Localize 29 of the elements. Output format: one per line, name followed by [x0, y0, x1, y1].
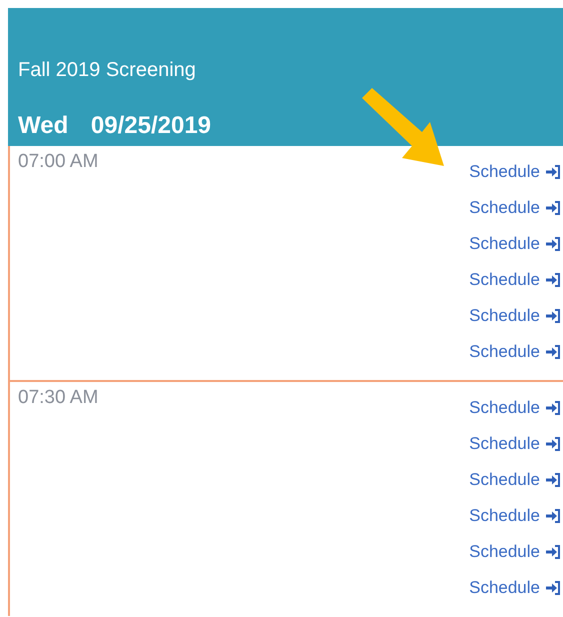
sign-in-icon — [545, 237, 561, 251]
schedule-link[interactable]: Schedule — [469, 570, 561, 606]
schedule-link[interactable]: Schedule — [469, 262, 561, 298]
schedule-link[interactable]: Schedule — [469, 298, 561, 334]
schedule-link[interactable]: Schedule — [469, 334, 561, 370]
schedule-link[interactable]: Schedule — [469, 190, 561, 226]
schedule-link[interactable]: Schedule — [469, 154, 561, 190]
sign-in-icon — [545, 581, 561, 595]
schedule-link[interactable]: Schedule — [469, 498, 561, 534]
sign-in-icon — [545, 309, 561, 323]
sign-in-icon — [545, 201, 561, 215]
event-title: Fall 2019 Screening — [18, 58, 197, 82]
sign-in-icon — [545, 509, 561, 523]
time-label: 07:30 AM — [18, 386, 98, 410]
sign-in-icon — [545, 473, 561, 487]
sign-in-icon — [545, 437, 561, 451]
sign-in-icon — [545, 345, 561, 359]
schedule-link[interactable]: Schedule — [469, 390, 561, 426]
schedule-link[interactable]: Schedule — [469, 534, 561, 570]
date-label: 09/25/2019 — [90, 112, 212, 139]
sign-in-icon — [545, 401, 561, 415]
sign-in-icon — [545, 545, 561, 559]
schedule-link[interactable]: Schedule — [469, 226, 561, 262]
sign-in-icon — [545, 273, 561, 287]
day-label: Wed — [18, 112, 68, 139]
schedule-link[interactable]: Schedule — [469, 462, 561, 498]
schedule-link[interactable]: Schedule — [469, 426, 561, 462]
sign-in-icon — [545, 165, 561, 179]
time-label: 07:00 AM — [18, 150, 98, 174]
